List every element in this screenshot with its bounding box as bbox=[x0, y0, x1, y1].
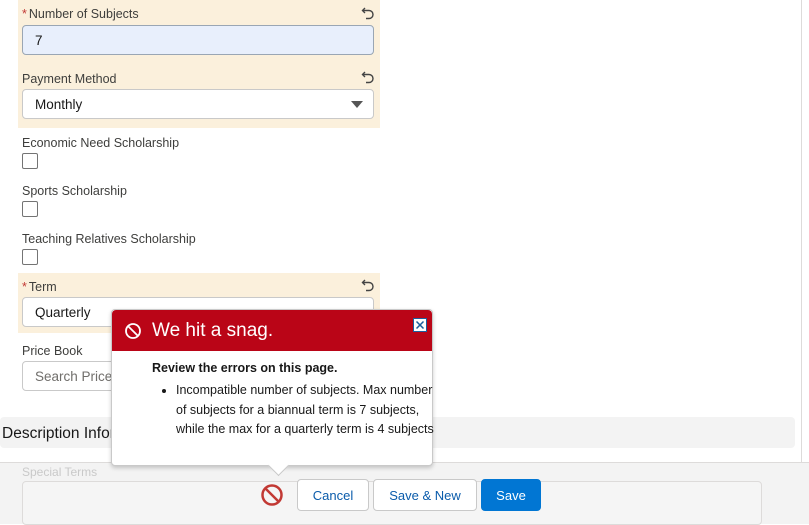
chevron-down-icon bbox=[351, 101, 363, 108]
payment-method-label: Payment Method bbox=[22, 72, 117, 86]
error-body-title: Review the errors on this page. bbox=[152, 361, 338, 375]
economic-need-scholarship-checkbox[interactable] bbox=[22, 153, 38, 169]
error-popover: We hit a snag. Review the errors on this… bbox=[111, 309, 434, 477]
teaching-relatives-scholarship-checkbox[interactable] bbox=[22, 249, 38, 265]
error-icon bbox=[125, 323, 141, 339]
term-label: * Term bbox=[22, 280, 57, 294]
payment-method-select[interactable]: Monthly bbox=[22, 89, 374, 119]
undo-icon[interactable] bbox=[361, 6, 375, 20]
error-indicator-icon[interactable] bbox=[260, 483, 284, 507]
save-button[interactable]: Save bbox=[481, 479, 541, 511]
save-and-new-button[interactable]: Save & New bbox=[373, 479, 477, 511]
error-popover-header: We hit a snag. bbox=[112, 310, 432, 351]
undo-icon[interactable] bbox=[361, 70, 375, 84]
close-icon[interactable] bbox=[413, 318, 427, 332]
sports-scholarship-checkbox[interactable] bbox=[22, 201, 38, 217]
economic-need-scholarship-label: Economic Need Scholarship bbox=[22, 136, 180, 150]
teaching-relatives-scholarship-label: Teaching Relatives Scholarship bbox=[22, 232, 196, 246]
price-book-label: Price Book bbox=[22, 344, 83, 358]
special-terms-label: Special Terms bbox=[22, 465, 98, 479]
cancel-button[interactable]: Cancel bbox=[297, 479, 369, 511]
number-of-subjects-input[interactable]: 7 bbox=[22, 25, 374, 55]
error-list-item: Incompatible number of subjects. Max num… bbox=[176, 381, 444, 440]
sports-scholarship-label: Sports Scholarship bbox=[22, 184, 127, 198]
error-list: Incompatible number of subjects. Max num… bbox=[152, 381, 444, 440]
scrollbar[interactable] bbox=[801, 0, 809, 462]
error-popover-title: We hit a snag. bbox=[152, 320, 274, 341]
number-of-subjects-label: * Number of Subjects bbox=[22, 7, 139, 21]
undo-icon[interactable] bbox=[361, 278, 375, 292]
